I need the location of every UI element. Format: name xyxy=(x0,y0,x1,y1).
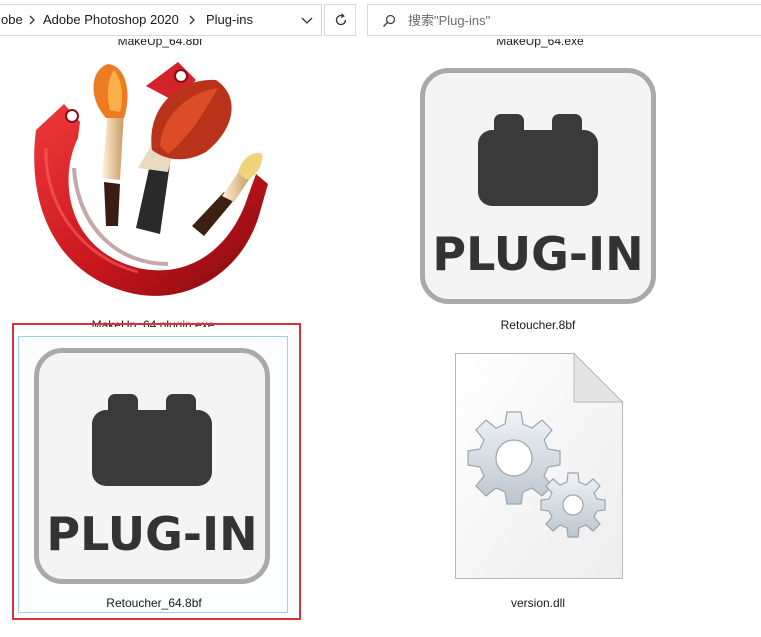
address-toolbar: obe Adobe Photoshop 2020 Plug-ins xyxy=(0,0,761,42)
refresh-button[interactable] xyxy=(324,4,356,36)
address-bar[interactable]: obe Adobe Photoshop 2020 Plug-ins xyxy=(0,4,322,36)
plugin-icon-text: PLUG-IN xyxy=(46,507,257,561)
file-label[interactable]: Retoucher_64.8bf xyxy=(84,596,224,610)
file-label[interactable]: version.dll xyxy=(468,596,608,610)
breadcrumb-adobe[interactable]: obe xyxy=(1,5,23,35)
chevron-down-icon[interactable] xyxy=(296,9,318,31)
file-item-retoucher-8bf[interactable]: PLUG-IN xyxy=(420,68,656,304)
file-label[interactable]: Retoucher.8bf xyxy=(468,318,608,332)
search-box[interactable] xyxy=(367,4,761,36)
file-item-retoucher-64-8bf[interactable]: PLUG-IN xyxy=(34,348,270,584)
search-input[interactable] xyxy=(408,5,738,35)
breadcrumb-plugins[interactable]: Plug-ins xyxy=(206,5,253,35)
file-item-makeup-plugin-exe[interactable] xyxy=(28,58,298,328)
chevron-right-icon[interactable] xyxy=(186,14,198,26)
search-icon xyxy=(382,14,396,28)
breadcrumb-photoshop[interactable]: Adobe Photoshop 2020 xyxy=(43,5,179,35)
plugin-icon: PLUG-IN xyxy=(34,348,270,584)
refresh-icon xyxy=(335,13,347,26)
dll-gears-icon xyxy=(455,352,624,579)
makeup-brushes-icon xyxy=(34,62,268,296)
plugin-icon-text: PLUG-IN xyxy=(432,227,643,281)
chevron-right-icon[interactable] xyxy=(26,14,38,26)
plugin-icon: PLUG-IN xyxy=(420,68,656,304)
file-item-version-dll[interactable] xyxy=(454,352,624,580)
